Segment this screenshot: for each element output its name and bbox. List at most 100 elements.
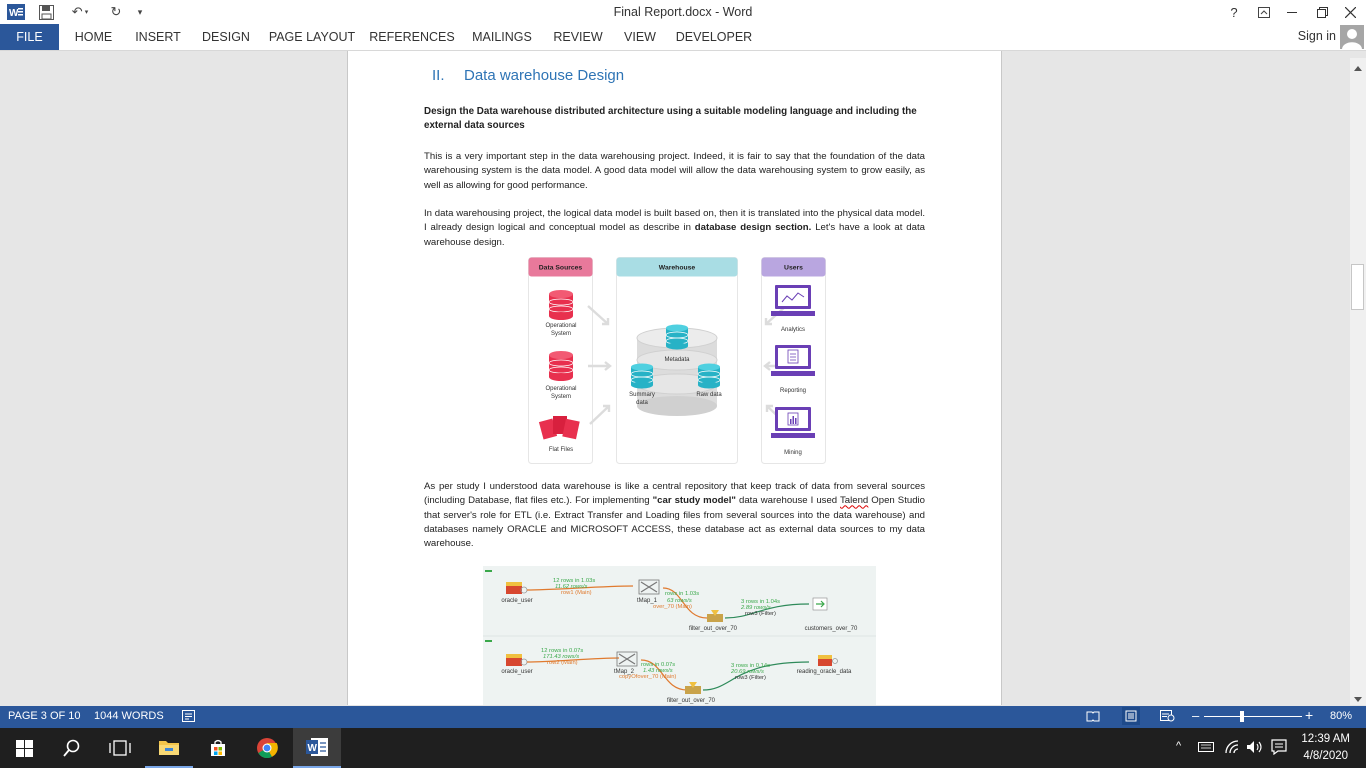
warehouse-label: Warehouse	[659, 265, 696, 272]
flow1-link1-c: row1 (Main)	[561, 590, 592, 596]
clock-date: 4/8/2020	[1303, 750, 1349, 762]
start-icon[interactable]	[0, 728, 48, 768]
word-taskbar-icon[interactable]: W	[293, 728, 341, 768]
bold-intro: Design the Data warehouse distributed ar…	[424, 106, 917, 132]
tab-developer[interactable]: DEVELOPER	[673, 24, 755, 50]
tab-design[interactable]: DESIGN	[195, 24, 257, 50]
summary-db-icon	[630, 363, 654, 389]
vertical-scrollbar[interactable]	[1350, 58, 1366, 705]
paragraph-1: This is a very important step in the dat…	[424, 151, 925, 191]
zoom-slider-track[interactable]	[1204, 716, 1302, 717]
restore-icon[interactable]	[1308, 2, 1336, 22]
ribbon-display-options-icon[interactable]	[1250, 2, 1278, 22]
sign-in-link[interactable]: Sign in	[1298, 29, 1336, 43]
database-icon	[548, 351, 574, 381]
wifi-icon[interactable]	[1224, 740, 1240, 757]
volume-icon[interactable]	[1246, 740, 1264, 757]
flow1-link3-c: row3 (Filter)	[745, 611, 776, 617]
tab-review[interactable]: REVIEW	[547, 24, 609, 50]
user-avatar-icon[interactable]	[1340, 25, 1364, 49]
flow1-source-label: oracle_user	[501, 598, 532, 604]
flow1-filter-label: filter_out_over_70	[689, 626, 738, 632]
svg-text:W: W	[308, 743, 318, 754]
close-icon[interactable]	[1336, 2, 1364, 22]
mining-label: Mining	[784, 450, 802, 456]
tab-mailings[interactable]: MAILINGS	[466, 24, 538, 50]
zoom-level[interactable]: 80%	[1330, 710, 1352, 722]
task-view-icon[interactable]	[96, 728, 144, 768]
flow1-link2-c: over_70 (Main)	[653, 604, 692, 610]
read-mode-icon[interactable]	[1086, 710, 1100, 725]
users-label: Users	[784, 265, 803, 272]
proofing-icon[interactable]	[182, 710, 195, 725]
document-page[interactable]: II. Data warehouse Design Design the Data…	[347, 51, 1002, 705]
metadata-label: Metadata	[664, 357, 690, 363]
data-sources-label: Data Sources	[539, 265, 583, 272]
output-file-icon	[812, 597, 828, 611]
tab-references[interactable]: REFERENCES	[369, 24, 455, 50]
spelling-flagged-word[interactable]: Talend	[840, 495, 868, 506]
web-layout-icon[interactable]	[1160, 710, 1175, 725]
source-3-label: Flat Files	[549, 447, 573, 453]
summary-label-a: Summary	[629, 392, 655, 398]
file-explorer-icon[interactable]	[145, 728, 193, 768]
mining-laptop-icon	[771, 407, 815, 438]
store-icon[interactable]	[194, 728, 242, 768]
ribbon-tabs: FILE HOME INSERT DESIGN PAGE LAYOUT REFE…	[0, 24, 1366, 51]
flow1-target-label: customers_over_70	[805, 626, 858, 632]
windows-taskbar: W ^ 12:39 AM 4/8/2020	[0, 728, 1366, 768]
notifications-icon[interactable]	[1271, 739, 1287, 758]
help-button[interactable]: ?	[1220, 2, 1248, 22]
scroll-up-icon[interactable]	[1353, 61, 1363, 75]
system-clock[interactable]: 12:39 AM 4/8/2020	[1301, 731, 1350, 765]
keyboard-icon[interactable]	[1198, 740, 1214, 757]
status-bar: PAGE 3 OF 10 1044 WORDS – + 80%	[0, 706, 1366, 728]
title-bar: W ↶ ▾ ↻ ▾ Final Report.docx - Word ?	[0, 0, 1366, 24]
database-icon	[548, 290, 574, 320]
document-workspace: II. Data warehouse Design Design the Data…	[0, 51, 1350, 705]
section-title: Data warehouse Design	[464, 67, 625, 84]
zoom-out-icon[interactable]: –	[1192, 708, 1199, 723]
source-2-label-a: Operational	[545, 386, 576, 392]
paragraph-2: In data warehousing project, the logical…	[424, 207, 925, 250]
search-icon[interactable]	[48, 728, 96, 768]
word-count[interactable]: 1044 WORDS	[94, 710, 164, 722]
print-layout-icon[interactable]	[1122, 707, 1140, 725]
clock-time: 12:39 AM	[1301, 733, 1350, 745]
flow2-target-label: reading_oracle_data	[797, 669, 852, 675]
paragraph-3-bold: "car study model"	[652, 495, 736, 507]
flow2-link1-c: row2 (Main)	[547, 660, 578, 666]
scroll-down-icon[interactable]	[1353, 693, 1363, 707]
flow2-link2-c: copyOfover_70 (Main)	[619, 674, 676, 680]
flow1-link2-a: rows in 1.03s	[665, 591, 699, 597]
source-1-label-b: System	[551, 331, 571, 337]
analytics-label: Analytics	[781, 327, 805, 333]
tab-file[interactable]: FILE	[0, 24, 59, 50]
document-title: Final Report.docx - Word	[613, 5, 753, 19]
analytics-laptop-icon	[771, 285, 815, 316]
paragraph-3: As per study I understood data warehouse…	[424, 480, 925, 551]
section-heading: II. Data warehouse Design	[432, 67, 624, 84]
flow2-source-label: oracle_user	[501, 669, 532, 675]
flow2-link3-c: row3 (Filter)	[735, 675, 766, 681]
source-2-label-b: System	[551, 394, 571, 400]
minimize-icon[interactable]	[1278, 2, 1306, 22]
paragraph-2-bold: database design section.	[694, 222, 812, 234]
tab-home[interactable]: HOME	[66, 24, 121, 50]
tab-view[interactable]: VIEW	[617, 24, 663, 50]
show-hidden-icons-icon[interactable]: ^	[1176, 740, 1181, 752]
tab-insert[interactable]: INSERT	[129, 24, 187, 50]
architecture-diagram: Data Sources Warehouse Users Operational…	[528, 257, 826, 464]
page-indicator[interactable]: PAGE 3 OF 10	[8, 710, 81, 722]
tab-page-layout[interactable]: PAGE LAYOUT	[266, 24, 358, 50]
raw-data-label: Raw data	[696, 392, 722, 398]
zoom-slider-thumb[interactable]	[1240, 711, 1244, 722]
reporting-laptop-icon	[771, 345, 815, 376]
chrome-icon[interactable]	[243, 728, 291, 768]
reporting-label: Reporting	[780, 388, 806, 394]
zoom-in-icon[interactable]: +	[1305, 707, 1313, 723]
raw-data-db-icon	[697, 363, 721, 389]
etl-job-screenshot: oracle_user 12 rows in 1.03s 11.62 rows/…	[483, 566, 876, 705]
scroll-thumb[interactable]	[1351, 264, 1364, 310]
paragraph-3-text-b: data warehouse I used	[735, 495, 840, 507]
